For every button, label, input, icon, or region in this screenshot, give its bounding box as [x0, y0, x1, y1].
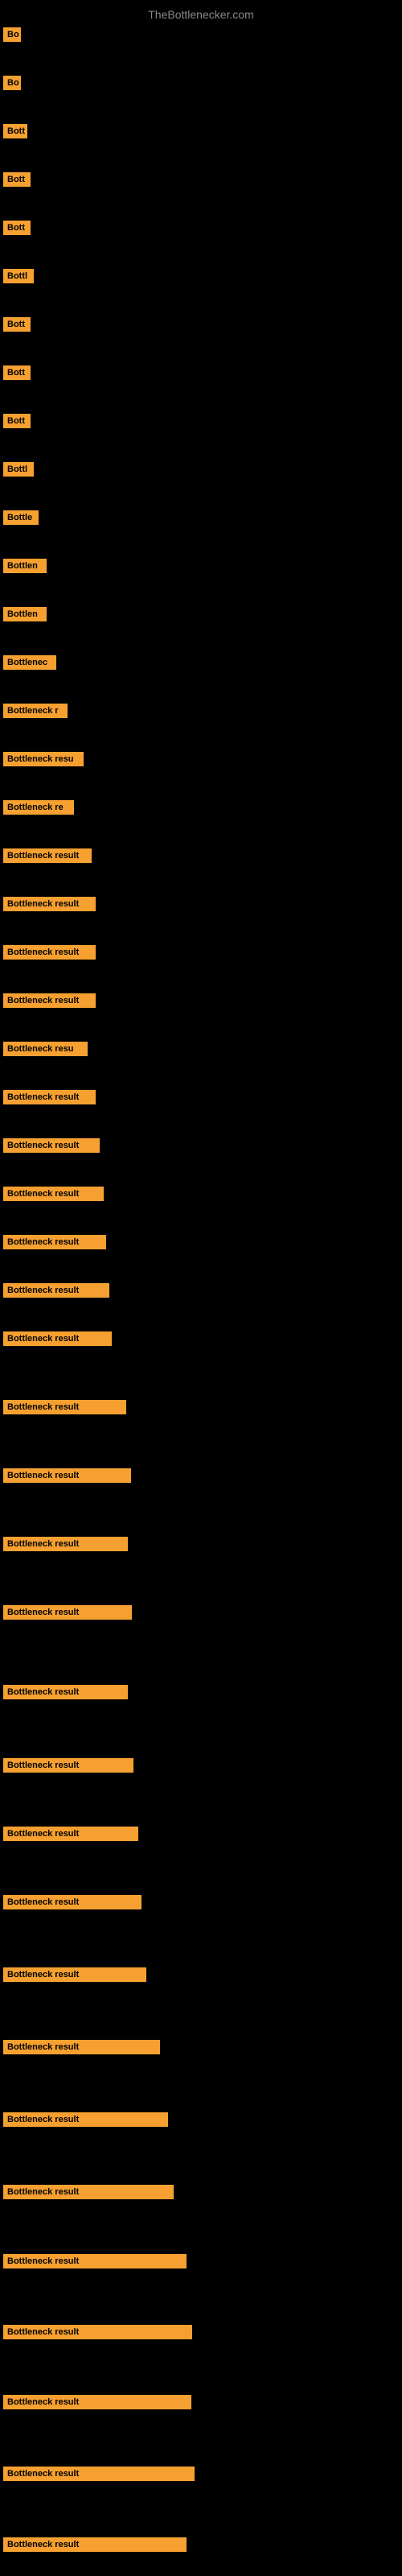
bottleneck-label: Bott	[3, 414, 31, 428]
list-item: Bottleneck result	[3, 894, 96, 914]
bottleneck-label: Bott	[3, 124, 27, 138]
bottleneck-label: Bott	[3, 221, 31, 235]
list-item: Bottleneck result	[3, 1602, 132, 1623]
bottleneck-label: Bottl	[3, 462, 34, 477]
bottleneck-label: Bottleneck result	[3, 1537, 128, 1551]
list-item: Bottleneck result	[3, 2182, 174, 2202]
bottleneck-label: Bottleneck result	[3, 1895, 142, 1909]
bottleneck-label: Bott	[3, 365, 31, 380]
list-item: Bottleneck result	[3, 1892, 142, 1913]
bottleneck-label: Bottleneck result	[3, 2467, 195, 2481]
bottleneck-label: Bottlen	[3, 607, 47, 621]
list-item: Bottleneck resu	[3, 1038, 88, 1059]
bottleneck-label: Bottleneck result	[3, 1967, 146, 1982]
list-item: Bott	[3, 169, 31, 190]
bottleneck-label: Bottl	[3, 269, 34, 283]
list-item: Bott	[3, 314, 31, 335]
list-item: Bottleneck result	[3, 2037, 160, 2058]
list-item: Bott	[3, 121, 27, 142]
list-item: Bottlenec	[3, 652, 56, 673]
bottleneck-label: Bottleneck result	[3, 848, 92, 863]
bottleneck-label: Bottleneck result	[3, 2537, 187, 2552]
bottleneck-label: Bottleneck result	[3, 2185, 174, 2199]
bottleneck-label: Bottleneck resu	[3, 752, 84, 766]
list-item: Bottleneck re	[3, 797, 74, 818]
bottleneck-label: Bottleneck result	[3, 2112, 168, 2127]
list-item: Bott	[3, 362, 31, 383]
bottleneck-label: Bottleneck result	[3, 2395, 191, 2409]
list-item: Bottleneck result	[3, 1328, 112, 1349]
bottleneck-label: Bottleneck result	[3, 945, 96, 960]
list-item: Bottleneck result	[3, 2322, 192, 2343]
list-item: Bottleneck result	[3, 2463, 195, 2484]
bottleneck-label: Bottlenec	[3, 655, 56, 670]
list-item: Bottleneck result	[3, 1755, 133, 1776]
list-item: Bottleneck result	[3, 2109, 168, 2130]
bottleneck-label: Bottleneck result	[3, 1468, 131, 1483]
list-item: Bott	[3, 217, 31, 238]
list-item: Bo	[3, 72, 21, 93]
bottleneck-label: Bott	[3, 172, 31, 187]
bottleneck-label: Bottleneck result	[3, 1331, 112, 1346]
list-item: Bottleneck result	[3, 1397, 126, 1418]
bottleneck-label: Bo	[3, 27, 21, 42]
bottleneck-label: Bottleneck result	[3, 2254, 187, 2268]
list-item: Bottleneck result	[3, 1087, 96, 1108]
bottleneck-label: Bottleneck re	[3, 800, 74, 815]
list-item: Bo	[3, 24, 21, 45]
list-item: Bottleneck result	[3, 1682, 128, 1703]
bottleneck-label: Bottleneck result	[3, 1283, 109, 1298]
list-item: Bottl	[3, 459, 34, 480]
bottleneck-label: Bottleneck result	[3, 1187, 104, 1201]
list-item: Bottleneck result	[3, 990, 96, 1011]
list-item: Bottlen	[3, 555, 47, 576]
list-item: Bottleneck result	[3, 2392, 191, 2413]
bottleneck-label: Bottleneck result	[3, 2040, 160, 2054]
bottleneck-label: Bottlen	[3, 559, 47, 573]
bottleneck-label: Bottleneck result	[3, 1235, 106, 1249]
list-item: Bott	[3, 411, 31, 431]
bottleneck-label: Bottleneck result	[3, 2325, 192, 2339]
bottleneck-label: Bott	[3, 317, 31, 332]
list-item: Bottleneck result	[3, 1135, 100, 1156]
list-item: Bottleneck result	[3, 1964, 146, 1985]
bottleneck-label: Bottleneck result	[3, 1758, 133, 1773]
bottleneck-label: Bottleneck result	[3, 1827, 138, 1841]
list-item: Bottleneck result	[3, 2534, 187, 2555]
site-title: TheBottlenecker.com	[0, 2, 402, 24]
list-item: Bottleneck result	[3, 1465, 131, 1486]
list-item: Bottl	[3, 266, 34, 287]
list-item: Bottleneck r	[3, 700, 68, 721]
list-item: Bottleneck result	[3, 1823, 138, 1844]
bottleneck-label: Bottleneck result	[3, 897, 96, 911]
bottleneck-label: Bottleneck result	[3, 1605, 132, 1620]
list-item: Bottleneck result	[3, 845, 92, 866]
list-item: Bottleneck result	[3, 1280, 109, 1301]
bottleneck-label: Bo	[3, 76, 21, 90]
list-item: Bottleneck result	[3, 942, 96, 963]
list-item: Bottlen	[3, 604, 47, 625]
bottleneck-label: Bottleneck result	[3, 1685, 128, 1699]
list-item: Bottleneck result	[3, 1232, 106, 1253]
bottleneck-label: Bottleneck result	[3, 1400, 126, 1414]
bottleneck-label: Bottleneck result	[3, 993, 96, 1008]
bottleneck-label: Bottle	[3, 510, 39, 525]
list-item: Bottleneck result	[3, 1183, 104, 1204]
list-item: Bottleneck result	[3, 2251, 187, 2272]
list-item: Bottle	[3, 507, 39, 528]
bottleneck-label: Bottleneck r	[3, 704, 68, 718]
list-item: Bottleneck resu	[3, 749, 84, 770]
bottleneck-label: Bottleneck resu	[3, 1042, 88, 1056]
list-item: Bottleneck result	[3, 1534, 128, 1554]
bottleneck-label: Bottleneck result	[3, 1138, 100, 1153]
bottleneck-label: Bottleneck result	[3, 1090, 96, 1104]
